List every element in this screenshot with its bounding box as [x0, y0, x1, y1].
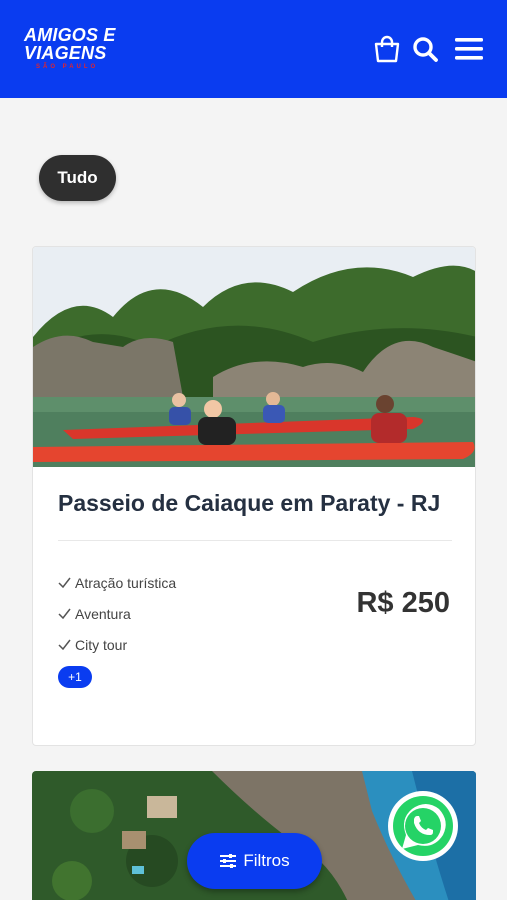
tag-item: City tour: [58, 629, 176, 660]
tour-title[interactable]: Passeio de Caiaque em Paraty - RJ: [58, 490, 440, 517]
tag-item: Atração turística: [58, 567, 176, 598]
logo-line-1: AMIGOS E: [24, 25, 116, 45]
category-chip-tudo[interactable]: Tudo: [39, 155, 116, 201]
tag-label: Aventura: [75, 605, 131, 622]
more-tags-badge[interactable]: +1: [58, 666, 92, 688]
filters-label: Filtros: [243, 851, 290, 870]
logo-subtitle: SÃO PAULO: [36, 64, 99, 70]
search-icon[interactable]: [410, 34, 440, 64]
menu-icon[interactable]: [454, 34, 484, 64]
app-header: AMIGOS E VIAGENS SÃO PAULO: [0, 0, 507, 98]
sliders-icon: [220, 854, 237, 868]
whatsapp-icon[interactable]: [386, 789, 460, 863]
filters-button[interactable]: Filtros: [187, 833, 322, 889]
tag-item: Aventura: [58, 598, 176, 629]
check-icon: [58, 608, 71, 619]
tour-tags: Atração turística Aventura City tour +1: [58, 567, 176, 688]
check-icon: [58, 639, 71, 650]
tour-photo: [33, 247, 475, 467]
brand-logo[interactable]: AMIGOS E VIAGENS SÃO PAULO: [24, 26, 134, 76]
tour-price: R$ 250: [356, 587, 450, 619]
shopping-bag-icon[interactable]: [372, 34, 402, 64]
tag-label: City tour: [75, 636, 128, 653]
check-icon: [58, 577, 71, 588]
tour-card[interactable]: Passeio de Caiaque em Paraty - RJ Atraçã…: [32, 246, 476, 746]
tag-label: Atração turística: [75, 574, 177, 591]
logo-line-2: VIAGENS: [24, 43, 107, 63]
card-divider: [58, 540, 452, 541]
